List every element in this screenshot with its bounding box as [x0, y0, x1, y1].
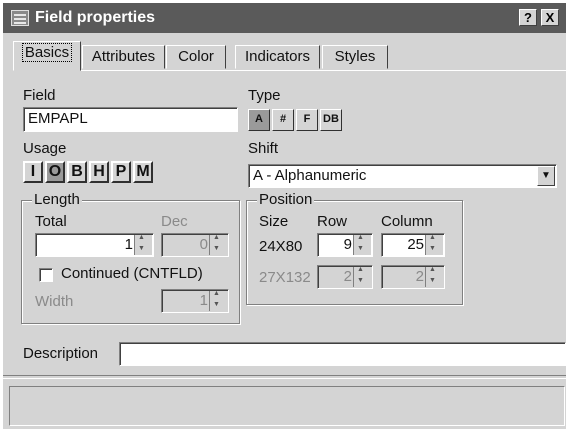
usage-hidden-button[interactable]: H — [89, 161, 109, 183]
shift-selected-value: A - Alphanumeric — [253, 167, 367, 184]
width-spin-buttons[interactable] — [209, 290, 227, 311]
row-27x132-spinner[interactable]: 2 — [317, 265, 373, 289]
usage-input-button[interactable]: I — [23, 161, 43, 183]
total-label: Total — [35, 213, 67, 230]
tab-color[interactable]: Color — [166, 45, 226, 69]
field-properties-window: Field properties ? X Basics Attributes C… — [3, 3, 566, 429]
column-27x132-spinner[interactable]: 2 — [381, 265, 445, 289]
window-icon — [11, 10, 29, 26]
width-value: 1 — [199, 292, 208, 309]
shift-label: Shift — [248, 140, 279, 157]
divider — [3, 375, 566, 379]
tab-basics[interactable]: Basics — [13, 41, 81, 71]
chevron-down-icon[interactable]: ▼ — [537, 166, 555, 186]
tab-indicators[interactable]: Indicators — [235, 45, 320, 69]
dec-spinner[interactable]: 0 — [161, 233, 229, 257]
length-group-title: Length — [32, 191, 82, 208]
width-label: Width — [35, 293, 74, 310]
tab-styles[interactable]: Styles — [322, 45, 388, 69]
title-bar[interactable]: Field properties ? X — [3, 3, 566, 33]
column-24x80-value: 25 — [407, 236, 424, 253]
usage-label: Usage — [23, 140, 67, 157]
row-27x132-value: 2 — [343, 268, 352, 285]
continued-label[interactable]: Continued (CNTFLD) — [61, 265, 203, 282]
usage-program-button[interactable]: P — [111, 161, 131, 183]
position-group-title: Position — [257, 191, 315, 208]
window-title: Field properties — [35, 9, 156, 26]
type-float-button[interactable]: F — [296, 109, 318, 131]
column-24x80-spin-buttons[interactable] — [425, 234, 443, 255]
type-numeric-button[interactable]: # — [272, 109, 294, 131]
total-value: 1 — [124, 236, 133, 253]
dec-value: 0 — [199, 236, 208, 253]
type-label: Type — [248, 87, 281, 104]
description-input[interactable] — [119, 342, 566, 366]
size-label: Size — [259, 213, 289, 230]
size-27x132: 27X132 — [259, 269, 311, 286]
row-27x132-spin-buttons[interactable] — [353, 266, 371, 287]
row-label: Row — [317, 213, 348, 230]
tab-basics-label: Basics — [21, 43, 73, 62]
help-button[interactable]: ? — [519, 9, 537, 26]
dec-label: Dec — [161, 213, 188, 230]
dec-spin-buttons[interactable] — [209, 234, 227, 255]
description-label: Description — [23, 345, 99, 362]
type-dbcs-button[interactable]: DB — [320, 109, 342, 131]
row-24x80-value: 9 — [343, 236, 352, 253]
usage-output-button[interactable]: O — [45, 161, 65, 183]
close-button[interactable]: X — [541, 9, 559, 26]
shift-select[interactable]: A - Alphanumeric ▼ — [248, 164, 557, 188]
column-27x132-value: 2 — [415, 268, 424, 285]
width-spinner[interactable]: 1 — [161, 289, 229, 313]
field-name-input[interactable]: EMPAPL — [23, 107, 238, 132]
usage-both-button[interactable]: B — [67, 161, 87, 183]
tab-attributes[interactable]: Attributes — [82, 45, 165, 69]
row-24x80-spinner[interactable]: 9 — [317, 233, 373, 257]
row-24x80-spin-buttons[interactable] — [353, 234, 371, 255]
type-alphanumeric-button[interactable]: A — [248, 109, 270, 131]
usage-message-button[interactable]: M — [133, 161, 153, 183]
column-24x80-spinner[interactable]: 25 — [381, 233, 445, 257]
column-27x132-spin-buttons[interactable] — [425, 266, 443, 287]
total-spin-buttons[interactable] — [134, 234, 152, 255]
total-spinner[interactable]: 1 — [35, 233, 154, 257]
status-bar — [9, 386, 565, 426]
size-24x80: 24X80 — [259, 238, 303, 255]
continued-checkbox[interactable] — [39, 268, 53, 282]
field-label: Field — [23, 87, 56, 104]
column-label: Column — [381, 213, 433, 230]
